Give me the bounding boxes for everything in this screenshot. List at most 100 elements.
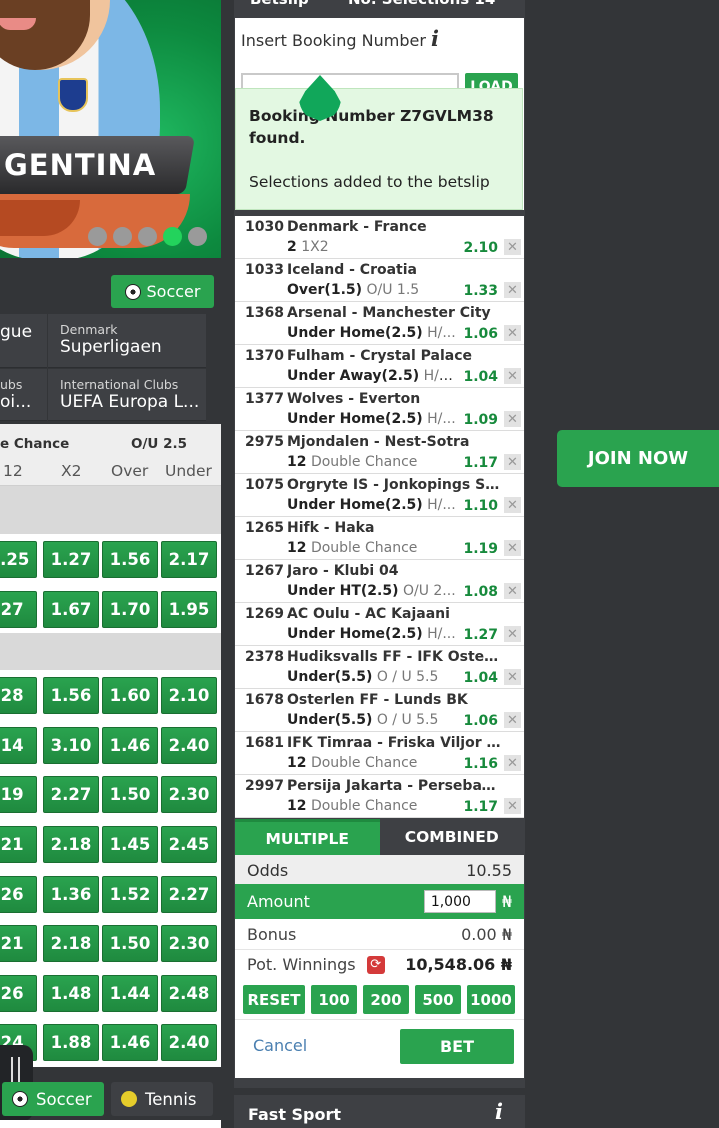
odds-button[interactable]: 1.46 xyxy=(102,726,158,764)
remove-selection-icon[interactable]: ✕ xyxy=(504,454,521,470)
odds-button[interactable]: 1.36 xyxy=(43,875,99,913)
league-tile[interactable]: ubs oi... xyxy=(0,369,47,421)
remove-selection-icon[interactable]: ✕ xyxy=(504,239,521,255)
carousel-dot[interactable] xyxy=(113,227,132,246)
odds-button[interactable]: 2.40 xyxy=(161,726,217,764)
remove-selection-icon[interactable]: ✕ xyxy=(504,583,521,599)
carousel-dot-active[interactable] xyxy=(163,227,182,246)
remove-selection-icon[interactable]: ✕ xyxy=(504,626,521,642)
info-icon[interactable]: i xyxy=(495,1099,503,1124)
odds-button[interactable]: .26 xyxy=(0,875,37,913)
betslip-selection: 1368 Arsenal - Manchester City Under Home(… xyxy=(235,302,524,345)
odds-group-header: e Chance O/U 2.5 xyxy=(0,436,187,452)
event-code: 1368 xyxy=(245,305,284,321)
tab-combined[interactable]: COMBINED xyxy=(379,819,524,855)
selection-pick: Under Home(2.5) H/... xyxy=(287,497,456,513)
remove-selection-icon[interactable]: ✕ xyxy=(504,368,521,384)
odds-button[interactable]: 1.25 xyxy=(0,541,37,578)
join-now-button[interactable]: JOIN NOW xyxy=(557,430,719,487)
stake-amount-input[interactable]: 1,000 xyxy=(423,890,496,913)
odds-button[interactable]: 2.30 xyxy=(161,925,217,963)
league-tile-europa-league[interactable]: International Clubs UEFA Europa L... xyxy=(48,369,206,421)
odds-button[interactable]: 3.10 xyxy=(43,726,99,764)
match-name: Mjondalen - Nest-Sotra xyxy=(287,434,470,450)
fast-sport-header: Fast Sport i xyxy=(234,1095,525,1128)
tab-multiple[interactable]: MULTIPLE xyxy=(235,819,380,855)
odds-button[interactable]: 1.44 xyxy=(102,974,158,1012)
odds-button[interactable]: 2.18 xyxy=(43,825,99,863)
remove-selection-icon[interactable]: ✕ xyxy=(504,712,521,728)
stake-500-button[interactable]: 500 xyxy=(415,985,461,1014)
selection-odd: 1.08 xyxy=(463,584,498,600)
league-name: oi... xyxy=(0,392,32,412)
odds-button[interactable]: .21 xyxy=(0,825,37,863)
odds-button[interactable]: 1.67 xyxy=(43,590,99,628)
odds-button[interactable]: 2.18 xyxy=(43,925,99,963)
sport-tabs: Soccer Tennis xyxy=(0,1080,221,1118)
stake-1000-button[interactable]: 1000 xyxy=(467,985,515,1014)
odds-button[interactable]: 2.17 xyxy=(161,541,217,578)
carousel-dot[interactable] xyxy=(138,227,157,246)
odds-button[interactable]: 1.50 xyxy=(102,776,158,814)
odds-button[interactable]: 1.95 xyxy=(161,590,217,628)
betslip-selection: 1267 Jaro - Klubi 04 Under HT(2.5) O/U 2..… xyxy=(235,560,524,603)
odds-button[interactable]: 2.27 xyxy=(43,776,99,814)
odds-button[interactable]: .21 xyxy=(0,925,37,963)
odds-button[interactable]: 1.88 xyxy=(43,1024,99,1062)
refresh-icon[interactable]: ⟳ xyxy=(366,956,385,975)
booking-found-message: Booking Number Z7GVLM38 found. Selection… xyxy=(235,75,523,210)
betslip-selection: 1377 Wolves - Everton Under Home(2.5) H/..… xyxy=(235,388,524,431)
reset-button[interactable]: RESET xyxy=(243,985,305,1014)
tab-tennis[interactable]: Tennis xyxy=(111,1082,213,1116)
bonus-value: 0.00 ₦ xyxy=(461,924,512,944)
remove-selection-icon[interactable]: ✕ xyxy=(504,325,521,341)
odds-button[interactable]: .27 xyxy=(0,590,37,628)
odds-button[interactable]: 2.45 xyxy=(161,825,217,863)
soccer-filter-button[interactable]: Soccer xyxy=(111,275,214,308)
odds-button[interactable]: 1.48 xyxy=(43,974,99,1012)
league-tile-superligaen[interactable]: Denmark Superligaen xyxy=(48,314,206,368)
odds-button[interactable]: 1.45 xyxy=(102,825,158,863)
selection-odd: 1.09 xyxy=(463,412,498,428)
odds-button[interactable]: 2.10 xyxy=(161,677,217,715)
odds-button[interactable]: 1.52 xyxy=(102,875,158,913)
odds-button[interactable]: 1.46 xyxy=(102,1024,158,1062)
betslip-selection: 1269 AC Oulu - AC Kajaani Under Home(2.5) … xyxy=(235,603,524,646)
selection-pick: 12 Double Chance xyxy=(287,454,418,470)
event-code: 1681 xyxy=(245,735,284,751)
odds-button[interactable]: 1.27 xyxy=(43,541,99,578)
betslip-title: Betslip xyxy=(250,0,309,8)
remove-selection-icon[interactable]: ✕ xyxy=(504,497,521,513)
remove-selection-icon[interactable]: ✕ xyxy=(504,411,521,427)
stake-200-button[interactable]: 200 xyxy=(363,985,409,1014)
footer-strip xyxy=(0,1120,221,1128)
info-icon[interactable]: i xyxy=(431,26,439,51)
odds-button[interactable]: 1.50 xyxy=(102,925,158,963)
odds-button[interactable]: .28 xyxy=(0,677,37,715)
odds-button[interactable]: 2.27 xyxy=(161,875,217,913)
league-tile[interactable]: gue xyxy=(0,314,47,368)
odds-button[interactable]: 1.60 xyxy=(102,677,158,715)
odds-button[interactable]: 2.48 xyxy=(161,974,217,1012)
carousel-dot[interactable] xyxy=(188,227,207,246)
stake-100-button[interactable]: 100 xyxy=(311,985,357,1014)
odds-button[interactable]: 1.56 xyxy=(43,677,99,715)
remove-selection-icon[interactable]: ✕ xyxy=(504,755,521,771)
odds-button[interactable]: 1.70 xyxy=(102,590,158,628)
odds-button[interactable]: 1.56 xyxy=(102,541,158,578)
cancel-link[interactable]: Cancel xyxy=(253,1036,307,1055)
odds-button[interactable]: .14 xyxy=(0,726,37,764)
promo-banner[interactable]: GENTINA xyxy=(0,0,221,258)
carousel-dot[interactable] xyxy=(88,227,107,246)
remove-selection-icon[interactable]: ✕ xyxy=(504,669,521,685)
bet-button[interactable]: BET xyxy=(400,1029,514,1064)
odds-button[interactable]: 2.40 xyxy=(161,1024,217,1062)
odds-button[interactable]: .26 xyxy=(0,974,37,1012)
odds-button[interactable]: .19 xyxy=(0,776,37,814)
odds-button[interactable]: 2.30 xyxy=(161,776,217,814)
match-name: IFK Timraa - Friska Viljor FC xyxy=(287,735,501,751)
remove-selection-icon[interactable]: ✕ xyxy=(504,282,521,298)
remove-selection-icon[interactable]: ✕ xyxy=(504,540,521,556)
tab-soccer[interactable]: Soccer xyxy=(2,1082,104,1116)
remove-selection-icon[interactable]: ✕ xyxy=(504,798,521,814)
